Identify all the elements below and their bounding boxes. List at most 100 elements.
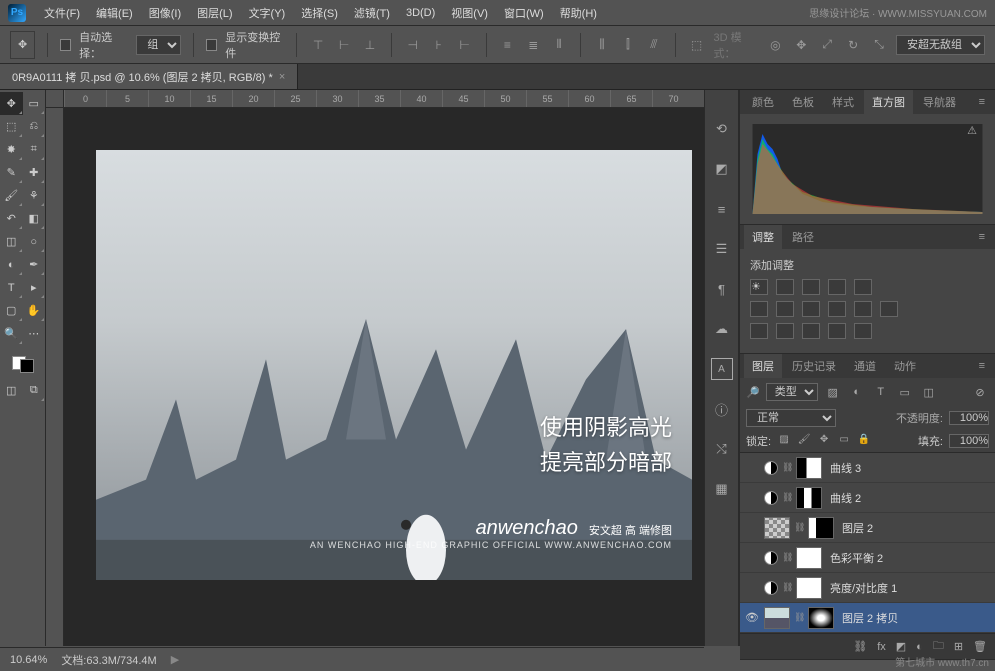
filter-adjust-icon[interactable]: ◐ [848, 385, 866, 399]
type-tool[interactable]: T [0, 276, 23, 299]
3d-icon[interactable]: ⬚ [688, 35, 706, 55]
libraries-panel-icon[interactable]: ▦ [711, 478, 733, 500]
layer-name[interactable]: 曲线 2 [830, 490, 861, 506]
filter-smart-icon[interactable]: ◫ [920, 385, 938, 399]
align-hcenter-icon[interactable]: ⊦ [430, 35, 448, 55]
mixer-adjust-icon[interactable] [854, 301, 872, 317]
paragraph-panel-icon[interactable]: ¶ [711, 278, 733, 300]
distribute-4-icon[interactable]: ⫼ [593, 35, 611, 55]
layer-link-icon[interactable]: ⛓ [794, 612, 804, 623]
distribute-2-icon[interactable]: ≣ [524, 35, 542, 55]
gradient-tool[interactable]: ◫ [0, 230, 23, 253]
layer-mask-thumb[interactable] [808, 607, 834, 629]
color-swatches[interactable] [0, 353, 45, 373]
lock-image-icon[interactable]: 🖌 [797, 434, 811, 448]
filter-pixel-icon[interactable]: ▨ [824, 385, 842, 399]
tab-styles[interactable]: 样式 [824, 90, 862, 114]
distribute-1-icon[interactable]: ≡ [498, 35, 516, 55]
menu-edit[interactable]: 编辑(E) [88, 5, 141, 21]
layer-row[interactable]: 👁 ⛓ 图层 2 拷贝 [740, 603, 995, 633]
edit-toolbar[interactable]: ⋯ [23, 322, 46, 345]
lock-transparent-icon[interactable]: ▨ [777, 434, 791, 448]
close-tab-icon[interactable]: × [279, 71, 285, 83]
show-transform-checkbox[interactable] [206, 39, 217, 51]
tab-navigator[interactable]: 导航器 [915, 90, 964, 114]
selective-color-icon[interactable] [854, 323, 872, 339]
pen-tool[interactable]: ✒ [23, 253, 46, 276]
invert-adjust-icon[interactable] [750, 323, 768, 339]
blur-tool[interactable]: ○ [23, 230, 46, 253]
layer-link-icon[interactable]: ⛓ [782, 462, 792, 473]
zoom-tool[interactable]: 🔍 [0, 322, 23, 345]
menu-file[interactable]: 文件(F) [36, 5, 88, 21]
distribute-3-icon[interactable]: ⫴ [550, 35, 568, 55]
new-layer-icon[interactable]: ⊞ [954, 640, 963, 653]
background-color[interactable] [20, 359, 34, 373]
tab-channels[interactable]: 通道 [846, 354, 884, 378]
layer-name[interactable]: 曲线 3 [830, 460, 861, 476]
layer-link-icon[interactable]: ⛓ [782, 582, 792, 593]
history-brush-tool[interactable]: ↶ [0, 207, 23, 230]
tab-paths[interactable]: 路径 [784, 225, 822, 249]
tab-histogram[interactable]: 直方图 [864, 90, 913, 114]
panel-menu-icon[interactable]: ≡ [973, 96, 991, 108]
layer-name[interactable]: 亮度/对比度 1 [830, 580, 897, 596]
layer-list[interactable]: ⛓ 曲线 3 ⛓ 曲线 2 ⛓ 图层 2 [740, 453, 995, 633]
gradient-map-icon[interactable] [828, 323, 846, 339]
link-layers-icon[interactable]: ⛓ [853, 640, 867, 653]
posterize-adjust-icon[interactable] [776, 323, 794, 339]
align-vcenter-icon[interactable]: ⊢ [335, 35, 353, 55]
document-canvas[interactable]: 使用阴影高光 提亮部分暗部 anwenchao 安文超 高 端修图 AN WEN… [96, 150, 692, 580]
layer-visibility-icon[interactable]: 👁 [744, 611, 760, 624]
menu-type[interactable]: 文字(Y) [241, 5, 294, 21]
layer-row[interactable]: ⛓ 曲线 3 [740, 453, 995, 483]
screen-mode-tool[interactable]: ⧉ [23, 379, 46, 402]
histogram-warning-icon[interactable]: ⚠ [967, 124, 977, 137]
history-panel-icon[interactable]: ⟲ [711, 118, 733, 140]
align-top-icon[interactable]: ⊤ [309, 35, 327, 55]
layer-row[interactable]: ⛓ 亮度/对比度 1 [740, 573, 995, 603]
layer-link-icon[interactable]: ⛓ [794, 522, 804, 533]
doc-size[interactable]: 文档:63.3M/734.4M [61, 652, 156, 668]
layer-row[interactable]: ⛓ 色彩平衡 2 [740, 543, 995, 573]
tab-swatches[interactable]: 色板 [784, 90, 822, 114]
tab-actions[interactable]: 动作 [886, 354, 924, 378]
quick-mask-tool[interactable]: ◫ [0, 379, 23, 402]
menu-image[interactable]: 图像(I) [141, 5, 189, 21]
document-tab[interactable]: 0R9A0111 拷 贝.psd @ 10.6% (图层 2 拷贝, RGB/8… [0, 64, 298, 89]
menu-select[interactable]: 选择(S) [293, 5, 346, 21]
distribute-5-icon[interactable]: ⫿ [619, 35, 637, 55]
3d-rotate-icon[interactable]: ↻ [844, 35, 862, 55]
levels-adjust-icon[interactable] [776, 279, 794, 295]
menu-filter[interactable]: 滤镜(T) [346, 5, 398, 21]
cloud-panel-icon[interactable]: ☁ [711, 318, 733, 340]
crop-tool[interactable]: ⌗ [23, 138, 46, 161]
3d-zoom-icon[interactable]: ⤢ [818, 35, 836, 55]
align-right-icon[interactable]: ⊢ [456, 35, 474, 55]
info-panel-icon[interactable]: ⓘ [711, 398, 733, 420]
exposure-adjust-icon[interactable] [828, 279, 846, 295]
layer-link-icon[interactable]: ⛓ [782, 552, 792, 563]
move-tool[interactable]: ✥ [0, 92, 23, 115]
panel-menu-icon[interactable]: ≡ [973, 231, 991, 243]
auto-select-dropdown[interactable]: 组 [136, 35, 181, 55]
lasso-tool[interactable]: ⎌ [23, 115, 46, 138]
filter-shape-icon[interactable]: ▭ [896, 385, 914, 399]
align-left-icon[interactable]: ⊣ [404, 35, 422, 55]
layer-name[interactable]: 图层 2 拷贝 [842, 610, 898, 626]
tab-history[interactable]: 历史记录 [784, 354, 844, 378]
eyedropper-tool[interactable]: ✎ [0, 161, 23, 184]
hand-tool[interactable]: ✋ [23, 299, 46, 322]
bw-adjust-icon[interactable] [802, 301, 820, 317]
character-panel-icon[interactable]: A [711, 358, 733, 380]
layer-row[interactable]: ⛓ 曲线 2 [740, 483, 995, 513]
blend-mode-dropdown[interactable]: 正常 [746, 409, 836, 427]
current-tool-indicator[interactable]: ✥ [10, 31, 35, 59]
layer-name[interactable]: 图层 2 [842, 520, 873, 536]
path-select-tool[interactable]: ▸ [23, 276, 46, 299]
eraser-tool[interactable]: ◧ [23, 207, 46, 230]
vibrance-adjust-icon[interactable] [854, 279, 872, 295]
menu-help[interactable]: 帮助(H) [552, 5, 605, 21]
marquee-tool[interactable]: ⬚ [0, 115, 23, 138]
distribute-6-icon[interactable]: ⫻ [645, 35, 663, 55]
